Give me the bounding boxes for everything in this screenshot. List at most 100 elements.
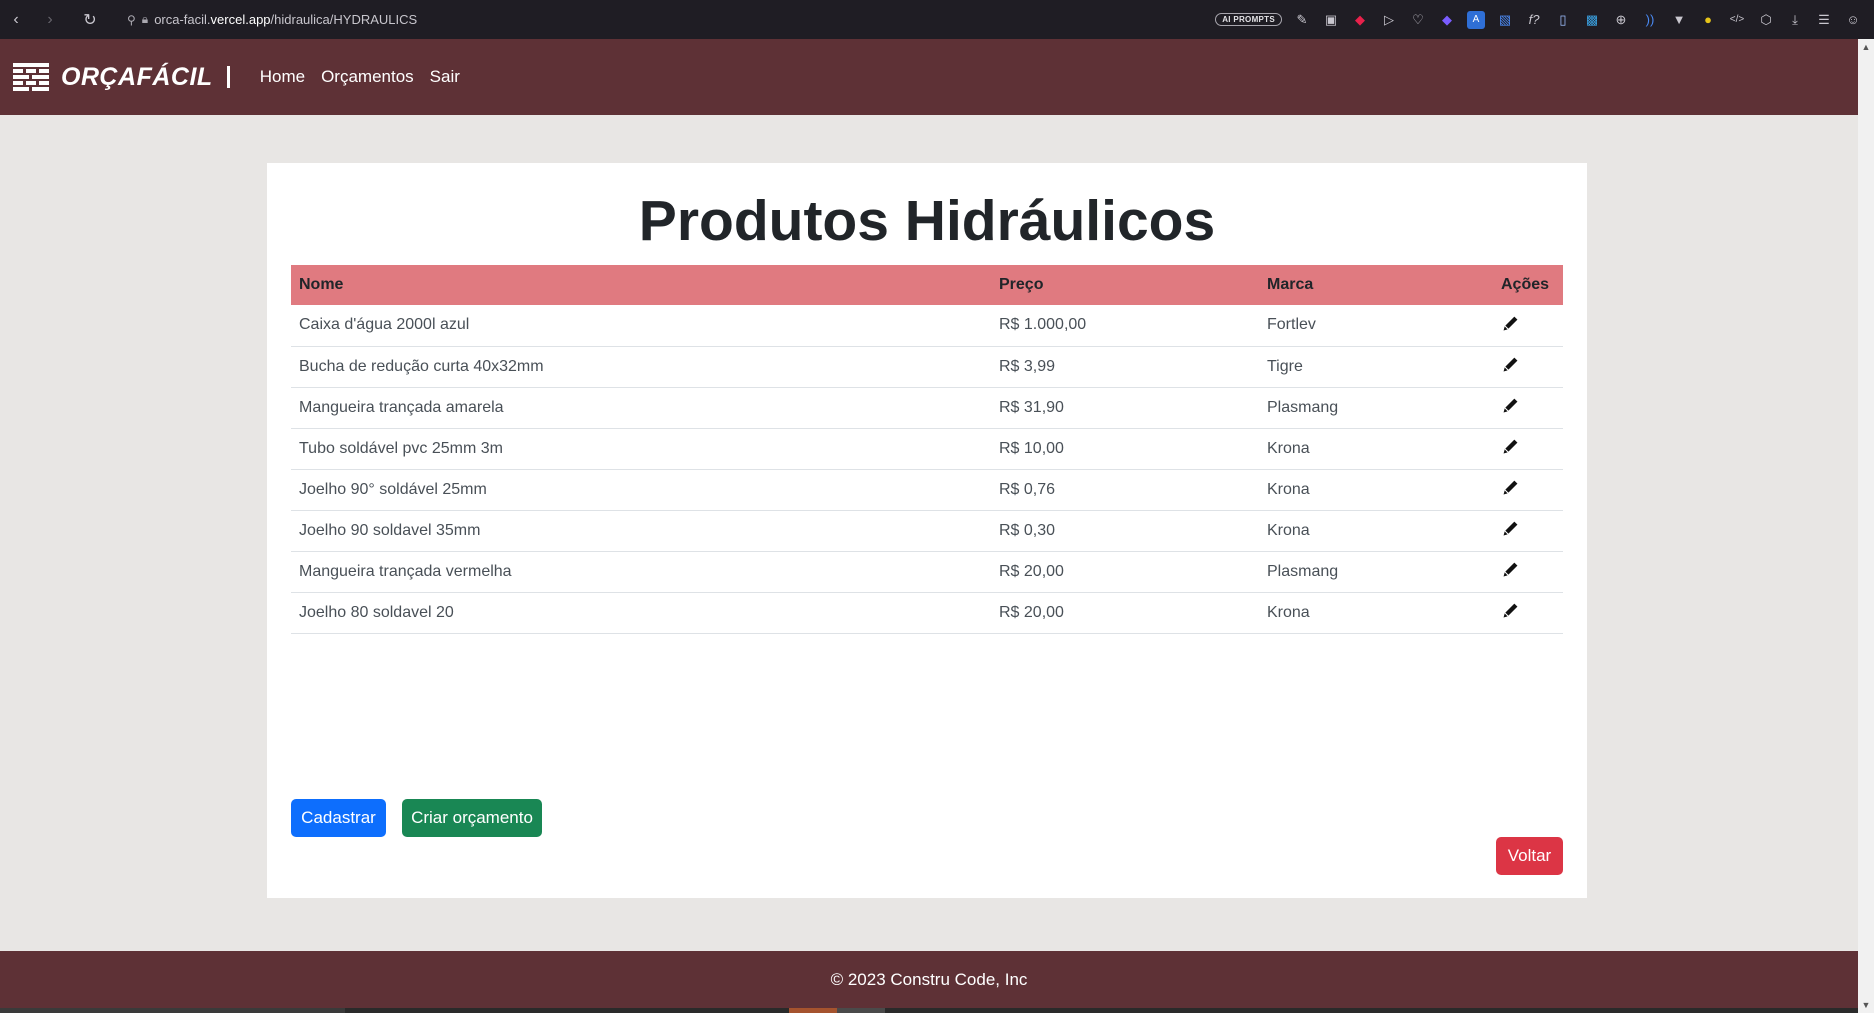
table-row: Caixa d'água 2000l azul R$ 1.000,00 Fort… (291, 305, 1563, 347)
brick-logo-icon (13, 63, 49, 91)
back-icon[interactable]: ‹ (3, 7, 29, 33)
pencil-icon[interactable] (1501, 438, 1519, 456)
cell-nome: Mangueira trançada amarela (291, 387, 991, 429)
footer-copyright: © 2023 Constru Code, Inc (830, 969, 1028, 989)
menu-icon[interactable]: ☰ (1815, 11, 1833, 29)
taskbar-segment-gray (837, 1008, 885, 1013)
cell-acoes (1493, 551, 1563, 593)
compass-icon[interactable]: ⊕ (1612, 11, 1630, 29)
cell-acoes (1493, 305, 1563, 347)
voltar-button[interactable]: Voltar (1496, 837, 1563, 875)
site-info-icon[interactable]: ⚲ (127, 13, 136, 27)
cell-preco: R$ 3,99 (991, 346, 1259, 388)
cell-nome: Joelho 80 soldavel 20 (291, 592, 991, 634)
table-row: Tubo soldável pvc 25mm 3m R$ 10,00 Krona (291, 428, 1563, 470)
translate-alt-icon[interactable]: ▧ (1496, 11, 1514, 29)
cell-acoes (1493, 387, 1563, 429)
cell-nome: Tubo soldável pvc 25mm 3m (291, 428, 991, 470)
cell-preco: R$ 20,00 (991, 592, 1259, 634)
page-footer: © 2023 Constru Code, Inc (0, 951, 1858, 1008)
document-icon[interactable]: ▯ (1554, 11, 1572, 29)
cell-preco: R$ 31,90 (991, 387, 1259, 429)
lock-icon: 🔒︎ (141, 12, 149, 26)
cadastrar-button[interactable]: Cadastrar (291, 799, 386, 837)
cell-acoes (1493, 469, 1563, 511)
capture-icon[interactable]: ▩ (1583, 11, 1601, 29)
forward-icon[interactable]: › (37, 7, 63, 33)
table-row: Mangueira trançada vermelha R$ 20,00 Pla… (291, 551, 1563, 593)
pencil-icon[interactable] (1501, 479, 1519, 497)
cell-acoes (1493, 510, 1563, 552)
table-row: Joelho 90° soldável 25mm R$ 0,76 Krona (291, 469, 1563, 511)
translate-icon[interactable]: A (1467, 10, 1485, 29)
brand-divider (226, 66, 230, 88)
cell-nome: Joelho 90 soldavel 35mm (291, 510, 991, 552)
edit-icon[interactable]: ✎ (1293, 11, 1311, 29)
header-marca: Marca (1259, 265, 1493, 305)
nav-links: Home Orçamentos Sair (260, 67, 460, 87)
pencil-icon[interactable] (1501, 356, 1519, 374)
ai-prompts-badge[interactable]: AI PROMPTS (1215, 13, 1282, 26)
cell-marca: Plasmang (1259, 551, 1493, 593)
criar-orcamento-button[interactable]: Criar orçamento (402, 799, 542, 837)
cell-marca: Tigre (1259, 346, 1493, 388)
cell-acoes (1493, 346, 1563, 388)
top-navbar: ORÇAFÁCIL Home Orçamentos Sair (0, 39, 1858, 115)
products-card: Produtos Hidráulicos Nome Preço Marca Aç… (267, 163, 1587, 898)
nav-link-orcamentos[interactable]: Orçamentos (321, 67, 414, 87)
table-row: Joelho 90 soldavel 35mm R$ 0,30 Krona (291, 510, 1563, 552)
pencil-icon[interactable] (1501, 561, 1519, 579)
cell-acoes (1493, 592, 1563, 634)
heart-icon[interactable]: ♡ (1409, 11, 1427, 29)
header-nome: Nome (291, 265, 991, 305)
page-scrollbar[interactable]: ▲ ▼ (1858, 39, 1874, 1013)
taskbar-segment-dark (0, 1008, 345, 1013)
reload-icon[interactable]: ↻ (77, 7, 103, 33)
url-text[interactable]: orca-facil.vercel.app/hidraulica/HYDRAUL… (154, 12, 417, 27)
table-header-row: Nome Preço Marca Ações (291, 265, 1563, 305)
download-icon[interactable]: ⤓ (1786, 11, 1804, 29)
nav-link-home[interactable]: Home (260, 67, 305, 87)
cell-nome: Mangueira trançada vermelha (291, 551, 991, 593)
products-table: Nome Preço Marca Ações Caixa d'água 2000… (291, 265, 1563, 634)
cell-nome: Caixa d'água 2000l azul (291, 305, 991, 347)
taskbar-strip (0, 1008, 1858, 1013)
table-row: Bucha de redução curta 40x32mm R$ 3,99 T… (291, 346, 1563, 388)
cell-marca: Krona (1259, 510, 1493, 552)
cell-preco: R$ 20,00 (991, 551, 1259, 593)
header-preco: Preço (991, 265, 1259, 305)
browser-toolbar: ‹ › ↻ ⚲ 🔒︎ orca-facil.vercel.app/hidraul… (0, 0, 1874, 39)
brand[interactable]: ORÇAFÁCIL (13, 61, 230, 93)
page-title: Produtos Hidráulicos (638, 189, 1216, 253)
vue-icon[interactable]: ▼ (1670, 11, 1688, 29)
pencil-icon[interactable] (1501, 315, 1519, 333)
pencil-icon[interactable] (1501, 602, 1519, 620)
pencil-icon[interactable] (1501, 520, 1519, 538)
cell-preco: R$ 1.000,00 (991, 305, 1259, 347)
function-icon[interactable]: f? (1525, 11, 1543, 29)
cell-preco: R$ 0,76 (991, 469, 1259, 511)
cube-icon[interactable]: ⬡ (1757, 11, 1775, 29)
table-row: Mangueira trançada amarela R$ 31,90 Plas… (291, 387, 1563, 429)
cell-marca: Fortlev (1259, 305, 1493, 347)
pencil-icon[interactable] (1501, 397, 1519, 415)
taskbar-segment-active (789, 1008, 837, 1013)
cell-marca: Krona (1259, 469, 1493, 511)
cell-marca: Krona (1259, 592, 1493, 634)
address-bar[interactable]: ⚲ 🔒︎ orca-facil.vercel.app/hidraulica/HY… (127, 6, 417, 34)
camera-icon[interactable]: ▣ (1322, 11, 1340, 29)
scroll-up-icon[interactable]: ▲ (1858, 39, 1874, 55)
scroll-down-icon[interactable]: ▼ (1858, 997, 1874, 1013)
nav-link-sair[interactable]: Sair (430, 67, 460, 87)
profile-icon[interactable]: ☺ (1844, 11, 1862, 29)
extension-badge-icon[interactable]: ◆ (1438, 11, 1456, 29)
cell-nome: Joelho 90° soldável 25mm (291, 469, 991, 511)
send-icon[interactable]: ▷ (1380, 11, 1398, 29)
color-picker-icon[interactable]: ● (1699, 11, 1717, 29)
extensions-area: AI PROMPTS ✎ ▣ ◆ ▷ ♡ ◆ A ▧ f? ▯ ▩ ⊕ )) ▼… (1215, 0, 1862, 39)
shield-icon[interactable]: ◆ (1351, 11, 1369, 29)
table-row: Joelho 80 soldavel 20 R$ 20,00 Krona (291, 592, 1563, 634)
wave-icon[interactable]: )) (1641, 11, 1659, 29)
cell-marca: Plasmang (1259, 387, 1493, 429)
code-icon[interactable]: </> (1728, 11, 1746, 29)
